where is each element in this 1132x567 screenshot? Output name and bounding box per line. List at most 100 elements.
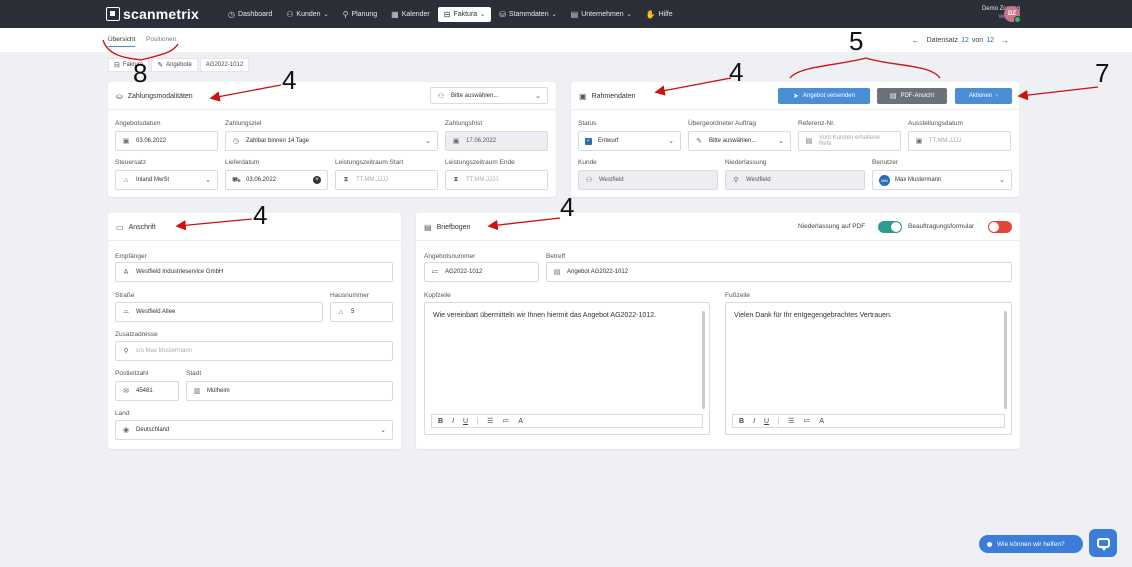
annotation-number: 4	[253, 200, 268, 230]
nav-item-planung[interactable]: ⚲ Planung	[337, 7, 384, 22]
list-ol-icon[interactable]: ≔	[502, 417, 509, 425]
user-avatar: MM	[879, 174, 890, 186]
avatar[interactable]: DZ	[1004, 6, 1021, 23]
plz-field[interactable]: ✉ 45481	[115, 381, 179, 401]
chevron-down-icon: ⌄	[480, 12, 486, 18]
zahlungsziel-select[interactable]: ◷ Zahlbar binnen 14 Tage ⌄	[225, 131, 438, 151]
actions-button[interactable]: Aktionen ‹	[955, 88, 1012, 104]
label-benutzer: Benutzer	[872, 159, 899, 166]
label-strasse: Straße	[115, 292, 135, 299]
calendar-icon: ▣	[452, 138, 460, 145]
zusatz-field[interactable]: ⚲ c/o Max Mustermann	[115, 341, 393, 361]
chevron-down-icon: ⌄	[535, 92, 541, 100]
sub-header: Übersicht Positionen ← Datensatz 12 von …	[0, 28, 1132, 52]
italic-icon[interactable]: I	[452, 418, 454, 425]
chevron-left-icon: ‹	[996, 93, 999, 99]
fusszeile-text[interactable]: Vielen Dank für Ihr entgegengebrachtes V…	[734, 312, 892, 319]
pdf-icon: ▤	[889, 93, 897, 100]
toggle-niederlassung[interactable]	[878, 221, 902, 233]
underline-icon[interactable]: U	[764, 418, 769, 425]
label-ausstellung: Ausstellungsdatum	[908, 120, 963, 127]
strasse-field[interactable]: ⌓ Westfield Allee	[115, 302, 323, 322]
benutzer-select[interactable]: MM Max Mustermann ⌄	[872, 170, 1012, 190]
nav-item-unternehmen[interactable]: ▤ Unternehmen ⌄	[565, 7, 638, 22]
label-steuersatz: Steuersatz	[115, 159, 147, 166]
chevron-down-icon: ⌄	[999, 177, 1005, 184]
nav-item-hilfe[interactable]: ✋ Hilfe	[640, 7, 679, 22]
empfaenger-field[interactable]: A Westfield Industrieservice GmbH	[115, 262, 393, 282]
list-ol-icon: ≔	[431, 269, 439, 276]
italic-icon[interactable]: I	[753, 418, 755, 425]
kopfzeile-text[interactable]: Wie vereinbart übermitteln wir Ihnen hie…	[433, 312, 656, 319]
steuersatz-select[interactable]: ⌂ Inland MwSt ⌄	[115, 170, 218, 190]
tab-uebersicht[interactable]: Übersicht	[108, 36, 136, 47]
clear-icon[interactable]: ×	[313, 176, 321, 184]
font-size-icon[interactable]: A	[518, 418, 523, 425]
angebotsdatum-field[interactable]: ▣ 03.06.2022	[115, 131, 218, 151]
logo[interactable]: scanmetrix	[106, 6, 199, 22]
sitemap-icon: ⚲	[342, 10, 349, 19]
paper-plane-icon: ➤	[793, 93, 799, 100]
kopfzeile-editor[interactable]: Wie vereinbart übermitteln wir Ihnen hie…	[424, 302, 710, 435]
bold-icon[interactable]: B	[739, 418, 744, 425]
nav-item-kalender[interactable]: ▦ Kalender	[385, 7, 436, 22]
underline-icon[interactable]: U	[463, 418, 468, 425]
angebotsnummer-field[interactable]: ≔ AG2022-1012	[424, 262, 539, 282]
arrow-right-icon[interactable]: →	[1001, 36, 1009, 45]
list-icon: ▤	[805, 138, 813, 145]
pdf-view-button[interactable]: ▤ PDF-Ansicht	[877, 88, 947, 104]
font-size-icon[interactable]: A	[819, 418, 824, 425]
label-kopfzeile: Kopfzeile	[424, 292, 451, 299]
scrollbar[interactable]	[1004, 311, 1007, 409]
users-icon: ⚇	[286, 10, 294, 19]
invoice-icon: ⊟	[443, 10, 451, 19]
label-betreff: Betreff	[546, 253, 566, 260]
status-select[interactable]: ✓ Entwurf ⌄	[578, 131, 681, 151]
lz-ende-field[interactable]: ⧗ TT.MM.JJJJ	[445, 170, 548, 190]
help-button[interactable]: Wie können wir helfen?	[979, 535, 1083, 553]
font-icon: A	[123, 268, 129, 276]
tab-positionen[interactable]: Positionen	[146, 36, 176, 43]
nav-item-faktura[interactable]: ⊟ Faktura ⌄	[437, 7, 492, 22]
auftrag-select[interactable]: ✎ Bitte auswählen... ⌄	[688, 131, 791, 151]
list-ul-icon[interactable]: ☰	[788, 417, 794, 425]
label-zahlungsziel: Zahlungsziel	[225, 120, 262, 127]
chat-button[interactable]	[1089, 529, 1117, 557]
kunde-field: ⚇ Westfield	[578, 170, 718, 190]
document-icon: ▣	[579, 92, 587, 101]
road-icon: ⌓	[123, 308, 129, 315]
editor-toolbar: B I U ☰ ≔ A	[431, 414, 703, 428]
fusszeile-editor[interactable]: Vielen Dank für Ihr entgegengebrachtes V…	[725, 302, 1012, 435]
lieferdatum-field[interactable]: ⛟ 03.06.2022 ×	[225, 170, 328, 190]
nav-item-dashboard[interactable]: ◷ Dashboard	[222, 7, 278, 22]
stadt-field[interactable]: ▥ Mülheim	[186, 381, 393, 401]
breadcrumb-angebote[interactable]: ✎ Angebote	[151, 58, 198, 72]
label-land: Land	[115, 410, 130, 417]
annotation-number: 8	[133, 58, 148, 88]
lz-start-field[interactable]: ⧗ TT.MM.JJJJ	[335, 170, 438, 190]
list-ol-icon[interactable]: ≔	[803, 417, 810, 425]
scrollbar[interactable]	[702, 311, 705, 409]
annotation-number: 4	[560, 192, 575, 222]
coins-icon: ⛀	[116, 92, 123, 101]
chevron-down-icon: ⌄	[205, 177, 211, 184]
referenz-field[interactable]: ▤ Vom Kunden erhaltene Refe	[798, 131, 901, 151]
send-offer-button[interactable]: ➤ Angebot versenden	[778, 88, 870, 104]
dot-icon	[987, 541, 992, 547]
editor-toolbar: B I U ☰ ≔ A	[732, 414, 1005, 428]
calendar-icon: ▣	[915, 138, 923, 145]
record-sep: von	[971, 37, 984, 44]
land-select[interactable]: ◉ Deutschland ⌄	[115, 420, 393, 440]
toggle-beauftragung[interactable]	[988, 221, 1012, 233]
arrow-left-icon[interactable]: ←	[912, 36, 920, 45]
nav-item-kunden[interactable]: ⚇ Kunden ⌄	[280, 7, 334, 22]
label-niederlassung: Niederlassung	[725, 159, 767, 166]
label-kunde: Kunde	[578, 159, 597, 166]
hausnummer-field[interactable]: ⌂ 5	[330, 302, 393, 322]
list-ul-icon[interactable]: ☰	[487, 417, 493, 425]
nav-item-stammdaten[interactable]: ⛁ Stammdaten ⌄	[493, 7, 562, 22]
bold-icon[interactable]: B	[438, 418, 443, 425]
ausstellung-field[interactable]: ▣ TT.MM.JJJJ	[908, 131, 1011, 151]
zahlung-preset-select[interactable]: ⚇ Bitte auswählen... ⌄	[430, 87, 548, 104]
betreff-field[interactable]: ▤ Angebot AG2022-1012	[546, 262, 1012, 282]
